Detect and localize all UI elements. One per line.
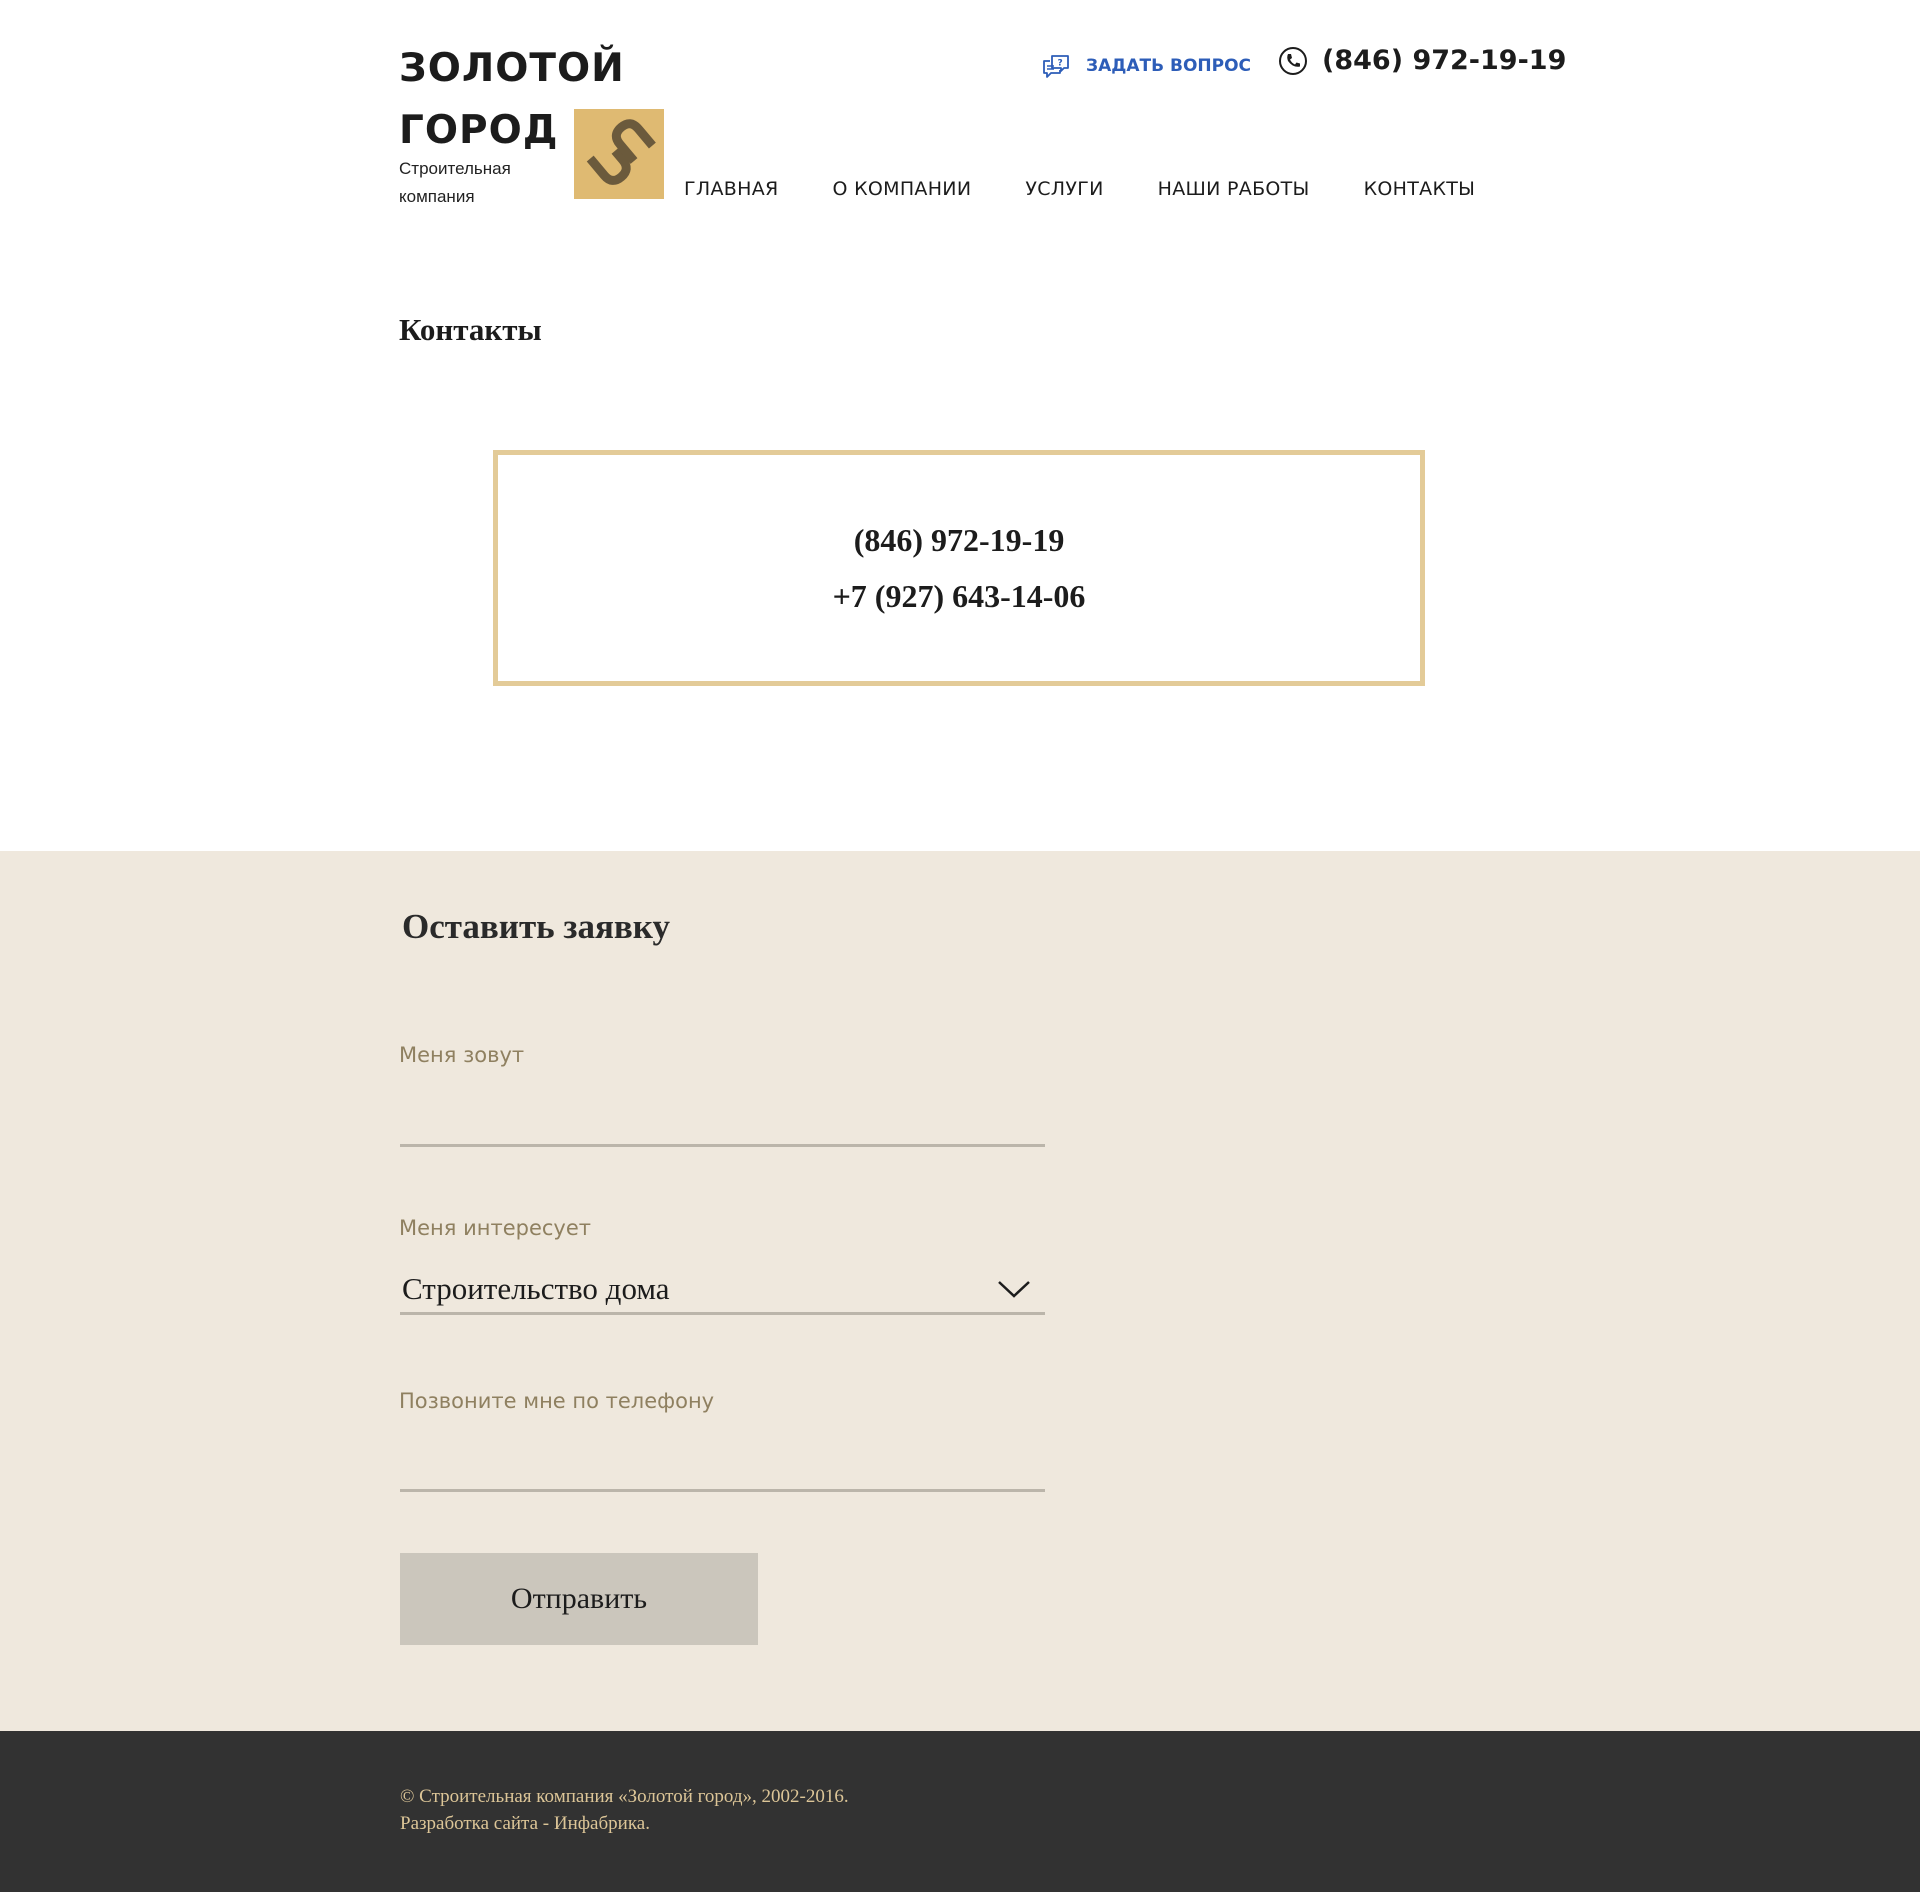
ask-question-label: ЗАДАТЬ ВОПРОС (1086, 56, 1252, 76)
interest-select-value: Строительство дома (402, 1271, 670, 1306)
logo-mark-icon (586, 119, 656, 185)
interest-field-label: Меня интересует (399, 1216, 591, 1240)
brand-name-line1: ЗОЛОТОЙ (399, 46, 625, 91)
header-phone[interactable]: (846) 972-19-19 (1278, 45, 1566, 76)
nav-item-contacts[interactable]: КОНТАКТЫ (1364, 178, 1476, 200)
contact-phone-main[interactable]: (846) 972-19-19 (854, 512, 1065, 568)
contact-phone-mobile[interactable]: +7 (927) 643-14-06 (833, 568, 1086, 624)
brand-subtitle-line2: компания (399, 187, 475, 206)
ask-question-link[interactable]: ? ЗАДАТЬ ВОПРОС (1040, 50, 1251, 82)
nav-item-home[interactable]: ГЛАВНАЯ (684, 178, 779, 200)
contact-phones-box: (846) 972-19-19 +7 (927) 643-14-06 (493, 450, 1425, 686)
page-title: Контакты (399, 312, 542, 347)
footer-copyright: © Строительная компания «Золотой город»,… (400, 1786, 849, 1807)
phone-icon (1279, 46, 1307, 75)
brand-subtitle-line1: Строительная (399, 159, 511, 178)
svg-text:?: ? (1058, 59, 1063, 69)
chat-question-icon: ? (1043, 55, 1069, 78)
footer-text: © Строительная компания «Золотой город»,… (400, 1783, 849, 1837)
name-input[interactable] (400, 1104, 1045, 1147)
footer-developer-link[interactable]: Разработка сайта - Инфабрика. (400, 1810, 849, 1837)
main-nav: ГЛАВНАЯ О КОМПАНИИ УСЛУГИ НАШИ РАБОТЫ КО… (684, 178, 1475, 200)
request-form-title: Оставить заявку (402, 907, 670, 946)
company-logo[interactable] (574, 109, 664, 199)
phone-input[interactable] (400, 1449, 1045, 1492)
chevron-down-icon (998, 1281, 1030, 1298)
header-phone-number: (846) 972-19-19 (1322, 45, 1567, 76)
submit-button[interactable]: Отправить (400, 1553, 758, 1645)
nav-item-services[interactable]: УСЛУГИ (1025, 178, 1103, 200)
interest-select[interactable]: Строительство дома (400, 1266, 1045, 1315)
name-field-label: Меня зовут (399, 1043, 525, 1067)
nav-item-about[interactable]: О КОМПАНИИ (833, 178, 972, 200)
footer (0, 1731, 1920, 1892)
brand-subtitle: Строительная компания (399, 155, 539, 211)
nav-item-works[interactable]: НАШИ РАБОТЫ (1158, 178, 1310, 200)
phone-field-label: Позвоните мне по телефону (399, 1389, 715, 1413)
